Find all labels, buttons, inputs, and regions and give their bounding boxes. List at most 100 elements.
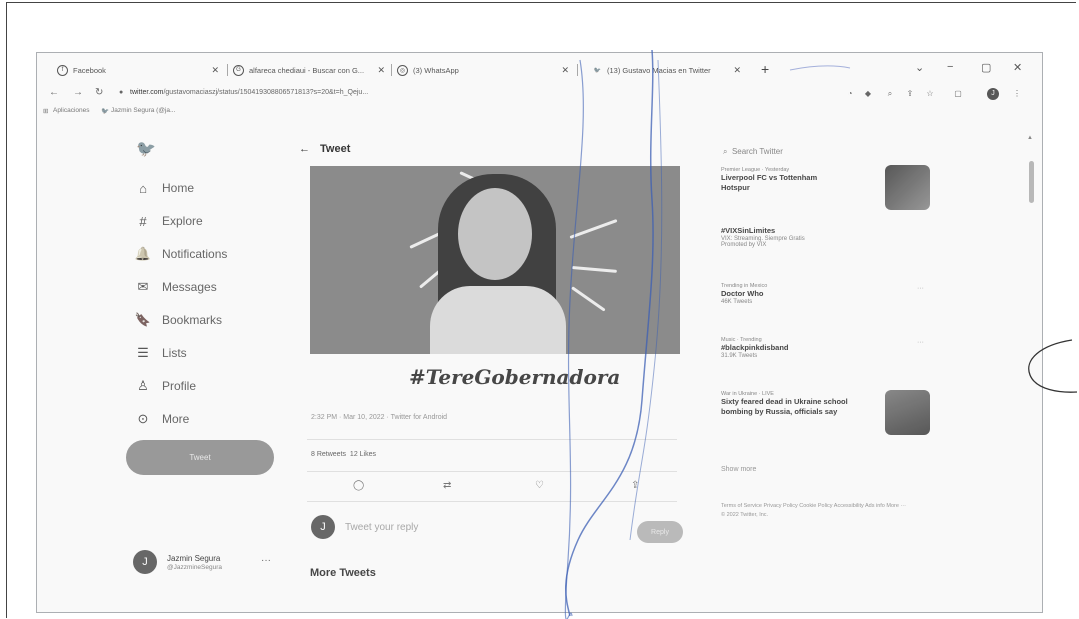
trend-item[interactable]: War in Ukraine · LIVE Sixty feared dead … [721, 391, 861, 417]
tab-facebook[interactable]: f Facebook ✕ [57, 61, 219, 79]
portrait-face [458, 188, 532, 280]
reply-composer[interactable]: J Tweet your reply [311, 515, 418, 539]
avatar: J [311, 515, 335, 539]
star-icon[interactable]: ☆ [925, 89, 935, 99]
trend-item[interactable]: Trending in Mexico Doctor Who 46K Tweets [721, 283, 881, 305]
location-icon[interactable]: ◆ [863, 89, 873, 99]
tab-whatsapp[interactable]: ◎ (3) WhatsApp ✕ [397, 61, 569, 79]
nav-item-lists[interactable]: ☰ Lists [134, 343, 187, 363]
nav-label: Profile [162, 379, 197, 393]
search-icon[interactable]: ⌕ [885, 89, 895, 99]
apps-icon[interactable]: ⊞ [43, 107, 48, 115]
tweet-button[interactable]: Tweet [126, 440, 274, 475]
account-switcher[interactable]: J Jazmin Segura @JazzmineSegura [133, 550, 222, 574]
tab-label: (13) Gustavo Macias en Twitter [607, 65, 711, 75]
tab-twitter[interactable]: 🐦 (13) Gustavo Macias en Twitter ✕ [593, 61, 741, 79]
trend-more-icon[interactable]: ··· [917, 339, 924, 346]
close-icon[interactable]: ✕ [733, 65, 741, 76]
bookmark-jazmin[interactable]: Jazmin Segura (@ja... [111, 107, 175, 114]
show-more-link[interactable]: Show more [721, 466, 756, 473]
reload-icon[interactable]: ↻ [95, 87, 103, 98]
trend-item[interactable]: Music · Trending #blackpinkdisband 31.9K… [721, 337, 881, 359]
nav-item-explore[interactable]: # Explore [134, 211, 203, 231]
tweet-image[interactable] [310, 166, 680, 354]
scroll-up-icon[interactable]: ▲ [1027, 135, 1033, 141]
translate-icon[interactable]: ◔ [845, 89, 855, 99]
close-icon[interactable]: ✕ [211, 65, 219, 76]
reply-icon[interactable]: ◯ [353, 480, 364, 491]
nav-item-home[interactable]: ⌂ Home [134, 178, 194, 198]
back-icon[interactable]: ← [49, 87, 59, 98]
share-icon[interactable]: ⇪ [631, 480, 639, 491]
trend-thumbnail [885, 165, 930, 210]
nav-item-messages[interactable]: ✉ Messages [134, 277, 217, 297]
likes-count[interactable]: 12 Likes [350, 451, 376, 458]
reply-input[interactable]: Tweet your reply [345, 522, 418, 533]
like-icon[interactable]: ♡ [535, 480, 544, 491]
new-tab-button[interactable]: + [761, 61, 769, 77]
tab-google[interactable]: G alfareca chediaui - Buscar con G... ✕ [233, 61, 385, 79]
trend-title: Doctor Who [721, 289, 764, 298]
browser-screenshot: f Facebook ✕ G alfareca chediaui - Busca… [36, 52, 1043, 613]
minimize-button[interactable]: − [947, 61, 953, 73]
nav-item-notifications[interactable]: 🔔 Notifications [134, 244, 227, 264]
whatsapp-icon: ◎ [397, 64, 408, 76]
trend-count: 31.9K Tweets [721, 353, 758, 359]
promoted-label: Promoted by VIX [721, 242, 767, 248]
footer-links[interactable]: Terms of Service Privacy Policy Cookie P… [721, 502, 906, 520]
nav-label: Lists [162, 346, 187, 360]
url-host: twitter.com [130, 89, 164, 96]
profile-avatar-icon[interactable]: J [987, 88, 999, 100]
search-placeholder: Search Twitter [731, 147, 783, 156]
sidebar-icon[interactable]: ▢ [953, 89, 963, 99]
back-arrow-icon[interactable]: ← [299, 143, 310, 155]
envelope-icon: ✉ [137, 279, 149, 294]
google-icon: G [233, 64, 244, 76]
more-circle-icon: ⊙ [137, 411, 149, 426]
avatar: J [133, 550, 157, 574]
reply-button[interactable]: Reply [637, 521, 683, 543]
search-input[interactable]: ⌕ Search Twitter [723, 147, 783, 157]
menu-icon[interactable]: ⋮ [1012, 89, 1022, 99]
trend-item[interactable]: #VIXSinLimites VIX: Streaming. Siempre G… [721, 226, 881, 248]
tab-search-icon[interactable]: ⌄ [915, 61, 924, 74]
nav-item-more[interactable]: ⊙ More [134, 409, 190, 429]
close-icon[interactable]: ✕ [561, 65, 569, 76]
tab-label: alfareca chediaui - Buscar con G... [249, 65, 365, 75]
decoration-ray [571, 286, 606, 312]
retweet-icon[interactable]: ⇄ [443, 480, 451, 491]
tweet-header-label: Tweet [320, 143, 351, 155]
twitter-icon: 🐦 [101, 108, 110, 115]
trend-title: #blackpinkdisband [721, 343, 789, 352]
trend-count: 46K Tweets [721, 299, 753, 305]
forward-icon[interactable]: → [73, 87, 83, 98]
close-icon[interactable]: ✕ [377, 65, 385, 76]
nav-label: Messages [162, 280, 217, 294]
nav-item-profile[interactable]: ♙ Profile [134, 376, 196, 396]
bookmark-icon: 🔖 [134, 312, 152, 327]
account-more-icon[interactable]: ··· [261, 555, 271, 566]
retweets-count[interactable]: 8 Retweets [311, 451, 346, 458]
trend-thumbnail [885, 390, 930, 435]
trend-more-icon[interactable]: ··· [917, 285, 924, 292]
scrollbar[interactable] [1029, 161, 1034, 203]
decoration-ray [569, 218, 618, 239]
twitter-logo-icon[interactable]: 🐦 [136, 139, 156, 159]
page-title: ← Tweet [299, 143, 350, 155]
account-handle: @JazzmineSegura [167, 563, 223, 571]
share-icon[interactable]: ⇪ [905, 89, 915, 99]
trend-item[interactable]: Premier League · Yesterday Liverpool FC … [721, 167, 881, 193]
bookmark-apps[interactable]: Aplicaciones [53, 107, 90, 114]
account-name: Jazmin Segura [167, 553, 221, 563]
nav-label: Explore [162, 214, 203, 228]
url-field[interactable]: twitter.com/gustavomaciaszj/status/15041… [130, 89, 368, 96]
close-window-button[interactable]: ✕ [1013, 61, 1022, 74]
divider [307, 471, 677, 472]
nav-item-bookmarks[interactable]: 🔖 Bookmarks [134, 310, 222, 330]
nav-label: Notifications [162, 247, 228, 261]
divider [307, 501, 677, 502]
maximize-button[interactable]: ▢ [981, 61, 991, 74]
tweet-hashtag[interactable]: #TereGobernadora [409, 365, 620, 389]
tab-bar: f Facebook ✕ G alfareca chediaui - Busca… [37, 53, 1042, 83]
decoration-ray [571, 266, 617, 273]
